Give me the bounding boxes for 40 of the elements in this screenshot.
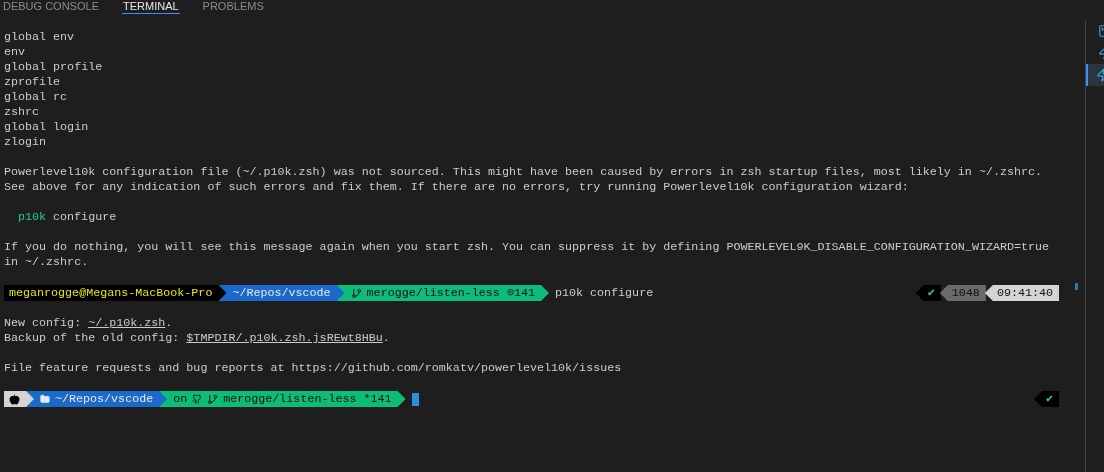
output-text: New config: ~/.p10k.zsh.: [4, 316, 173, 331]
command-name: p10k: [18, 210, 47, 225]
output-text: zprofile: [4, 75, 61, 90]
branch-icon: [207, 393, 219, 405]
panel-tab[interactable]: TERMINAL: [121, 0, 180, 14]
output-text: in ~/.zshrc.: [4, 255, 89, 270]
output-text: env: [4, 45, 26, 60]
scroll-marker: [1075, 283, 1078, 290]
panel-tab[interactable]: PROBLEMS: [201, 0, 265, 14]
segment-text: ~/Repos/vscode: [55, 391, 154, 407]
segment-text: on: [173, 391, 188, 407]
output-text: File feature requests and bug reports at https://github.com/romkatv/powerlevel10k/issues: [4, 361, 622, 376]
output-text: global login: [4, 120, 89, 135]
output-text: Powerlevel10k configuration file (~/.p10k.zsh) was not sourced. This might have been caused by errors in zsh startup files, most likely in ~/.zshrc.: [4, 165, 1043, 180]
output-text: global env: [4, 30, 75, 45]
count-segment: 1048: [939, 285, 986, 301]
segment-text: ~/Repos/vscode: [232, 285, 331, 301]
status-segment: ✔: [1033, 391, 1059, 407]
time-segment: 09:41:40: [984, 285, 1059, 301]
output-text: global rc: [4, 90, 68, 105]
status-segment: ✔: [915, 285, 941, 301]
apple-icon: [9, 393, 20, 405]
output-text: zshrc: [4, 105, 40, 120]
output-text: If you do nothing, you will see this message again when you start zsh. You can suppress it by defining POWERLEVEL9K_DISABLE_CONFIGURATION_WIZARD=true: [4, 240, 1050, 255]
cat-icon: [192, 394, 203, 404]
output-text: Backup of the old config: $TMPDIR/.p10k.zsh.jsREwt8HBu.: [4, 331, 390, 346]
command-text: p10k configure: [554, 285, 654, 301]
output-text: See above for any indication of such errors and fix them. If there are no errors, try running Powerlevel10k configuration wizard:: [4, 180, 909, 195]
folder-icon: [40, 394, 50, 404]
output-text: global profile: [4, 60, 103, 75]
command-args: configure: [53, 210, 117, 225]
path-link[interactable]: $TMPDIR/.p10k.zsh.jsREwt8HBu: [186, 331, 383, 345]
path-link[interactable]: ~/.p10k.zsh: [88, 316, 166, 330]
branch-icon: [350, 287, 362, 299]
output-text: zlogin: [4, 135, 47, 150]
panel-tab[interactable]: DEBUG CONSOLE: [2, 0, 100, 14]
terminal-list-item[interactable]: [1086, 64, 1104, 86]
segment-text: meganrogge@Megans-MacBook-Pro: [9, 285, 213, 301]
segment-text: merogge/listen-less *141: [223, 391, 392, 407]
segment-text: merogge/listen-less ⊙141: [366, 285, 535, 301]
